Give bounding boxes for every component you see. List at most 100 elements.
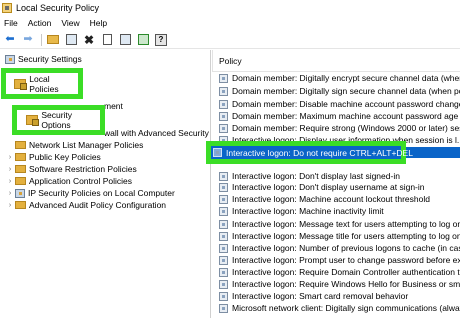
folder-icon: [15, 153, 26, 161]
policy-icon: [219, 279, 228, 289]
column-header-label: Policy: [219, 55, 242, 66]
tree-item-advanced-audit[interactable]: › Advanced Audit Policy Configuration: [6, 199, 166, 211]
policy-row[interactable]: Interactive logon: Smart card removal be…: [212, 290, 460, 302]
tree-label: Software Restriction Policies: [29, 164, 137, 174]
lock-folder-icon: [14, 78, 28, 90]
forward-arrow-icon[interactable]: ➡: [21, 33, 35, 47]
policy-name: Interactive logon: Prompt user to change…: [232, 255, 460, 265]
policy-row[interactable]: Interactive logon: Require Windows Hello…: [212, 278, 460, 290]
policy-row[interactable]: Interactive logon: Don't display usernam…: [212, 181, 460, 193]
policy-name: Interactive logon: Don't display last si…: [232, 171, 400, 181]
tree-item-security-settings[interactable]: Security Settings: [4, 53, 82, 65]
policy-name: Interactive logon: Machine inactivity li…: [232, 206, 384, 216]
policy-name: Interactive logon: Machine account locko…: [232, 194, 430, 204]
policy-row[interactable]: Domain member: Disable machine account p…: [212, 98, 460, 110]
policy-row[interactable]: Interactive logon: Message text for user…: [212, 218, 460, 230]
back-arrow-icon[interactable]: ⬅: [3, 33, 17, 47]
menu-file[interactable]: File: [4, 18, 18, 28]
tree-label: Public Key Policies: [29, 152, 101, 162]
up-folder-icon[interactable]: [46, 33, 60, 47]
policy-icon: [219, 99, 228, 109]
policy-name: Interactive logon: Do not require CTRL+A…: [226, 147, 413, 158]
ip-security-icon: [15, 188, 25, 198]
policy-icon: [219, 267, 228, 277]
toolbar-separator: [41, 33, 42, 46]
tree-item-local-policies[interactable]: Local Policies: [1, 68, 83, 99]
folder-icon: [15, 177, 26, 185]
tree-label: Local Policies: [29, 73, 59, 94]
help-icon[interactable]: ?: [154, 33, 168, 47]
policy-row[interactable]: Interactive logon: Prompt user to change…: [212, 254, 460, 266]
policy-icon: [219, 243, 228, 253]
policy-row[interactable]: Interactive logon: Require Domain Contro…: [212, 266, 460, 278]
policy-icon: [219, 86, 228, 96]
policy-name: Interactive logon: Number of previous lo…: [232, 243, 460, 253]
policy-icon: [219, 206, 228, 216]
menu-action[interactable]: Action: [28, 18, 52, 28]
policy-name: Interactive logon: Require Domain Contro…: [232, 267, 460, 277]
policy-icon: [219, 219, 228, 229]
tree-item-network-list[interactable]: Network List Manager Policies: [6, 139, 143, 151]
policy-row[interactable]: Microsoft network client: Digitally sign…: [212, 302, 460, 314]
menu-bar: File Action View Help: [0, 16, 460, 30]
tree-label: Advanced Audit Policy Configuration: [29, 200, 167, 210]
tree-item-application-control[interactable]: › Application Control Policies: [6, 175, 132, 187]
policy-icon: [219, 255, 228, 265]
policy-icon: [219, 123, 228, 133]
policy-row[interactable]: Interactive logon: Machine account locko…: [212, 193, 460, 205]
tree-label: Application Control Policies: [29, 176, 132, 186]
properties-icon[interactable]: [100, 33, 114, 47]
show-tree-icon[interactable]: [64, 33, 78, 47]
policy-list: Policy Domain member: Digitally encrypt …: [212, 50, 460, 318]
policy-row[interactable]: Domain member: Maximum machine account p…: [212, 110, 460, 122]
lock-folder-icon: [26, 115, 40, 126]
tree-label: IP Security Policies on Local Computer: [28, 188, 175, 198]
tree-label: wall with Advanced Security: [104, 128, 209, 138]
policy-name: Interactive logon: Don't display usernam…: [232, 182, 425, 192]
toolbar: ⬅ ➡ ✖ ?: [0, 31, 460, 49]
menu-view[interactable]: View: [61, 18, 79, 28]
policy-name: Domain member: Digitally encrypt secure …: [232, 73, 460, 83]
policy-name: Domain member: Maximum machine account p…: [232, 111, 459, 121]
policy-row[interactable]: Domain member: Digitally encrypt secure …: [212, 72, 460, 84]
folder-icon: [15, 201, 26, 209]
policy-row[interactable]: Interactive logon: Number of previous lo…: [212, 242, 460, 254]
policy-row[interactable]: Domain member: Require strong (Windows 2…: [212, 122, 460, 134]
policy-icon: [219, 182, 228, 192]
policy-icon: [219, 231, 228, 241]
chevron-right-icon: ›: [8, 177, 12, 185]
policy-name: Interactive logon: Message title for use…: [232, 231, 460, 241]
policy-icon: [219, 111, 228, 121]
tree-label: Network List Manager Policies: [29, 140, 144, 150]
chevron-right-icon: ›: [8, 201, 12, 209]
policy-icon: [219, 194, 228, 204]
policy-name: Domain member: Digitally sign secure cha…: [232, 86, 460, 96]
security-settings-icon: [5, 54, 15, 64]
folder-icon: [15, 141, 26, 149]
menu-help[interactable]: Help: [90, 18, 107, 28]
selected-policy-row[interactable]: Interactive logon: Do not require CTRL+A…: [206, 141, 413, 164]
tree-item-ip-security[interactable]: › IP Security Policies on Local Computer: [6, 187, 175, 199]
delete-icon[interactable]: ✖: [82, 33, 96, 47]
title-bar: Local Security Policy: [0, 0, 460, 16]
export-icon[interactable]: [136, 33, 150, 47]
refresh-icon[interactable]: [118, 33, 132, 47]
policy-name: Interactive logon: Message text for user…: [232, 219, 460, 229]
tree-label: ment: [104, 101, 123, 111]
policy-icon: [219, 303, 228, 313]
folder-icon: [15, 165, 26, 173]
tree-item-security-options[interactable]: Security Options: [12, 105, 105, 135]
policy-row[interactable]: Domain member: Digitally sign secure cha…: [212, 85, 460, 97]
policy-name: Interactive logon: Smart card removal be…: [232, 291, 409, 301]
policy-row[interactable]: Interactive logon: Message title for use…: [212, 230, 460, 242]
tree-item-software-restriction[interactable]: › Software Restriction Policies: [6, 163, 137, 175]
policy-name: Domain member: Require strong (Windows 2…: [232, 123, 460, 133]
policy-name: Domain member: Disable machine account p…: [232, 99, 460, 109]
policy-icon: [219, 171, 228, 181]
policy-row[interactable]: Interactive logon: Machine inactivity li…: [212, 205, 460, 217]
policy-icon: [219, 291, 228, 301]
tree-label: Security Settings: [18, 54, 82, 64]
tree-item-public-key[interactable]: › Public Key Policies: [6, 151, 101, 163]
policy-column-header[interactable]: Policy: [212, 50, 460, 72]
console-tree: Security Settings ment wall with Advance…: [0, 50, 211, 318]
